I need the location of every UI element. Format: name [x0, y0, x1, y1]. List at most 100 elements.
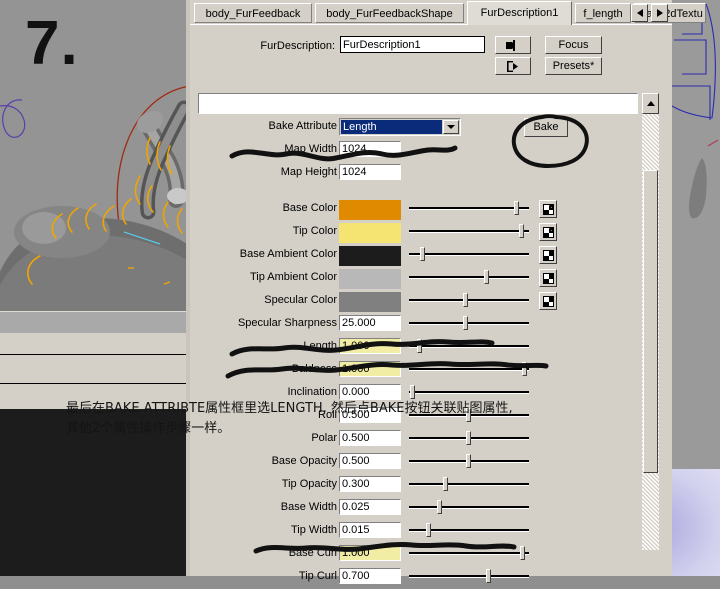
attribute-slider[interactable]: [409, 499, 529, 515]
viewport-perspective-view[interactable]: 7.: [0, 0, 190, 311]
attribute-slider[interactable]: [409, 223, 529, 239]
viewport-status-bar[interactable]: [0, 384, 190, 410]
tab-body-furfeedback[interactable]: body_FurFeedback: [194, 3, 312, 23]
focus-button[interactable]: Focus: [545, 36, 602, 54]
slider-thumb[interactable]: [466, 408, 471, 422]
attribute-row: Base Width 0.025: [194, 499, 639, 520]
presets-button[interactable]: Presets*: [545, 57, 602, 75]
slider-track: [409, 345, 529, 348]
attribute-slider[interactable]: [409, 568, 529, 584]
attribute-value-input[interactable]: 0.015: [339, 522, 401, 538]
load-icon: [505, 39, 515, 51]
map-height-input[interactable]: 1024: [339, 164, 401, 180]
notes-field[interactable]: [198, 93, 638, 114]
slider-thumb[interactable]: [417, 339, 422, 353]
color-swatch[interactable]: [339, 223, 401, 243]
attribute-slider[interactable]: [409, 545, 529, 561]
tab-bar[interactable]: body_FurFeedback body_FurFeedbackShape F…: [190, 0, 706, 27]
map-texture-button[interactable]: [539, 246, 557, 264]
attribute-value-input[interactable]: 25.000: [339, 315, 401, 331]
slider-thumb[interactable]: [522, 362, 527, 376]
maya-3d-viewport[interactable]: 7.: [0, 0, 190, 576]
slider-thumb[interactable]: [514, 201, 519, 215]
attribute-value-input[interactable]: 1.000: [339, 338, 401, 354]
attribute-slider[interactable]: [409, 407, 529, 423]
attribute-slider[interactable]: [409, 246, 529, 262]
fur-description-input[interactable]: FurDescription1: [340, 36, 485, 53]
attribute-slider[interactable]: [409, 292, 529, 308]
map-texture-button[interactable]: [539, 223, 557, 241]
attribute-slider[interactable]: [409, 453, 529, 469]
attribute-row: Tip Curl 0.700: [194, 568, 639, 589]
slider-thumb[interactable]: [484, 270, 489, 284]
viewport-dark-area[interactable]: [0, 409, 190, 576]
wireframe-outline: [672, 0, 720, 470]
viewport-toolbar-middle[interactable]: [0, 333, 190, 355]
tab-scroll-left-button[interactable]: [631, 4, 648, 22]
slider-thumb[interactable]: [410, 385, 415, 399]
viewport-toolbar-lower[interactable]: [0, 355, 190, 384]
slider-track: [409, 368, 529, 371]
scrollbar-thumb[interactable]: [643, 170, 658, 473]
slider-thumb[interactable]: [520, 546, 525, 560]
slider-track: [409, 207, 529, 210]
map-width-input[interactable]: 1024: [339, 141, 401, 157]
color-swatch[interactable]: [339, 246, 401, 266]
attribute-value-input[interactable]: 0.300: [339, 476, 401, 492]
attribute-slider[interactable]: [409, 476, 529, 492]
attribute-slider[interactable]: [409, 269, 529, 285]
slider-thumb[interactable]: [426, 523, 431, 537]
attribute-editor-panel[interactable]: body_FurFeedback body_FurFeedbackShape F…: [190, 0, 706, 584]
tab-body-furfeedbackshape[interactable]: body_FurFeedbackShape: [315, 3, 464, 23]
slider-thumb[interactable]: [420, 247, 425, 261]
attribute-slider[interactable]: [409, 361, 529, 377]
attribute-row: Polar 0.500: [194, 430, 639, 451]
slider-thumb[interactable]: [443, 477, 448, 491]
attribute-row: Specular Sharpness 25.000: [194, 315, 639, 336]
chevron-down-icon[interactable]: [443, 120, 459, 134]
attribute-value-input[interactable]: 0.000: [339, 384, 401, 400]
attribute-row: Tip Color: [194, 223, 639, 244]
attribute-label: Base Ambient Color: [239, 248, 337, 260]
attribute-slider[interactable]: [409, 338, 529, 354]
bake-attribute-dropdown[interactable]: Length: [339, 118, 461, 136]
slider-thumb[interactable]: [466, 454, 471, 468]
save-attributes-button[interactable]: [495, 57, 531, 75]
slider-thumb[interactable]: [463, 316, 468, 330]
map-texture-button[interactable]: [539, 269, 557, 287]
attribute-value-input[interactable]: 0.500: [339, 407, 401, 423]
attribute-value-input[interactable]: 0.500: [339, 430, 401, 446]
tab-furdescription1[interactable]: FurDescription1: [467, 1, 572, 25]
attribute-slider[interactable]: [409, 200, 529, 216]
attribute-slider[interactable]: [409, 315, 529, 331]
map-width-row: Map Width 1024: [194, 141, 639, 162]
attribute-slider[interactable]: [409, 430, 529, 446]
slider-thumb[interactable]: [486, 569, 491, 583]
load-attributes-button[interactable]: [495, 36, 531, 54]
map-texture-button[interactable]: [539, 292, 557, 310]
viewport-toolbar-upper[interactable]: [0, 311, 190, 334]
attribute-value-input[interactable]: 1.000: [339, 361, 401, 377]
tab-f-length[interactable]: f_length: [575, 3, 631, 23]
color-swatch[interactable]: [339, 292, 401, 312]
attribute-slider[interactable]: [409, 522, 529, 538]
slider-thumb[interactable]: [463, 293, 468, 307]
slider-track: [409, 506, 529, 509]
attribute-value-input[interactable]: 0.500: [339, 453, 401, 469]
color-swatch[interactable]: [339, 269, 401, 289]
tab-scroll-right-button[interactable]: [651, 4, 668, 22]
color-swatch[interactable]: [339, 200, 401, 220]
attribute-value-input[interactable]: 0.700: [339, 568, 401, 584]
attribute-value-input[interactable]: 1.000: [339, 545, 401, 561]
map-texture-button[interactable]: [539, 200, 557, 218]
scroll-up-button[interactable]: [642, 93, 659, 114]
slider-thumb[interactable]: [466, 431, 471, 445]
attribute-value-input[interactable]: 0.025: [339, 499, 401, 515]
panel-vertical-scrollbar[interactable]: [642, 114, 659, 550]
attribute-slider[interactable]: [409, 384, 529, 400]
bake-button[interactable]: Bake: [524, 118, 568, 137]
slider-thumb[interactable]: [519, 224, 524, 238]
tab-label: body_FurFeedbackShape: [326, 8, 453, 20]
attribute-label: Inclination: [287, 386, 337, 398]
slider-thumb[interactable]: [437, 500, 442, 514]
